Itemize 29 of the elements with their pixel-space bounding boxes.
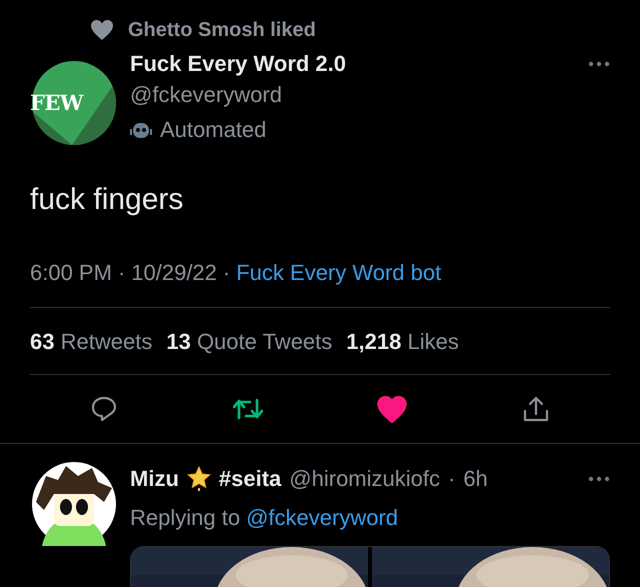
- display-name[interactable]: Mizu: [130, 462, 179, 495]
- display-name[interactable]: Fuck Every Word 2.0: [130, 49, 346, 79]
- star-icon: [186, 466, 211, 492]
- retweet-icon[interactable]: [232, 396, 263, 422]
- user-handle[interactable]: @fckeveryword: [130, 79, 610, 111]
- liked-by-text[interactable]: Ghetto Smosh liked: [128, 15, 316, 45]
- tweet-text: fuck fingers: [30, 182, 184, 218]
- more-icon[interactable]: [588, 476, 610, 482]
- share-icon[interactable]: [522, 395, 550, 423]
- stat-link[interactable]: 1,218 Likes: [346, 324, 459, 358]
- tweet-date: 10/29/22: [131, 259, 217, 287]
- replying-to-text: Replying to: [130, 504, 240, 532]
- more-icon[interactable]: [588, 61, 610, 67]
- separator-dot: ·: [222, 259, 230, 287]
- reply-time: 6h: [463, 465, 488, 493]
- stat-link[interactable]: 63 Retweets: [30, 324, 152, 358]
- heart-icon: [90, 19, 114, 41]
- source-link[interactable]: Fuck Every Word bot: [236, 256, 442, 289]
- user-handle[interactable]: @hiromizukiofc: [289, 462, 440, 495]
- mention-link[interactable]: @fckeveryword: [246, 501, 398, 534]
- stat-link[interactable]: 13 Quote Tweets: [166, 324, 332, 358]
- tweet-time: 6:00 PM: [30, 259, 112, 287]
- reply-icon[interactable]: [90, 395, 118, 423]
- hashtag-text[interactable]: #seita: [218, 462, 282, 495]
- like-icon[interactable]: [377, 396, 408, 422]
- avatar[interactable]: [32, 462, 116, 546]
- automated-label: Automated: [160, 116, 266, 144]
- separator-dot: ·: [118, 259, 126, 287]
- separator-dot: ·: [448, 465, 456, 493]
